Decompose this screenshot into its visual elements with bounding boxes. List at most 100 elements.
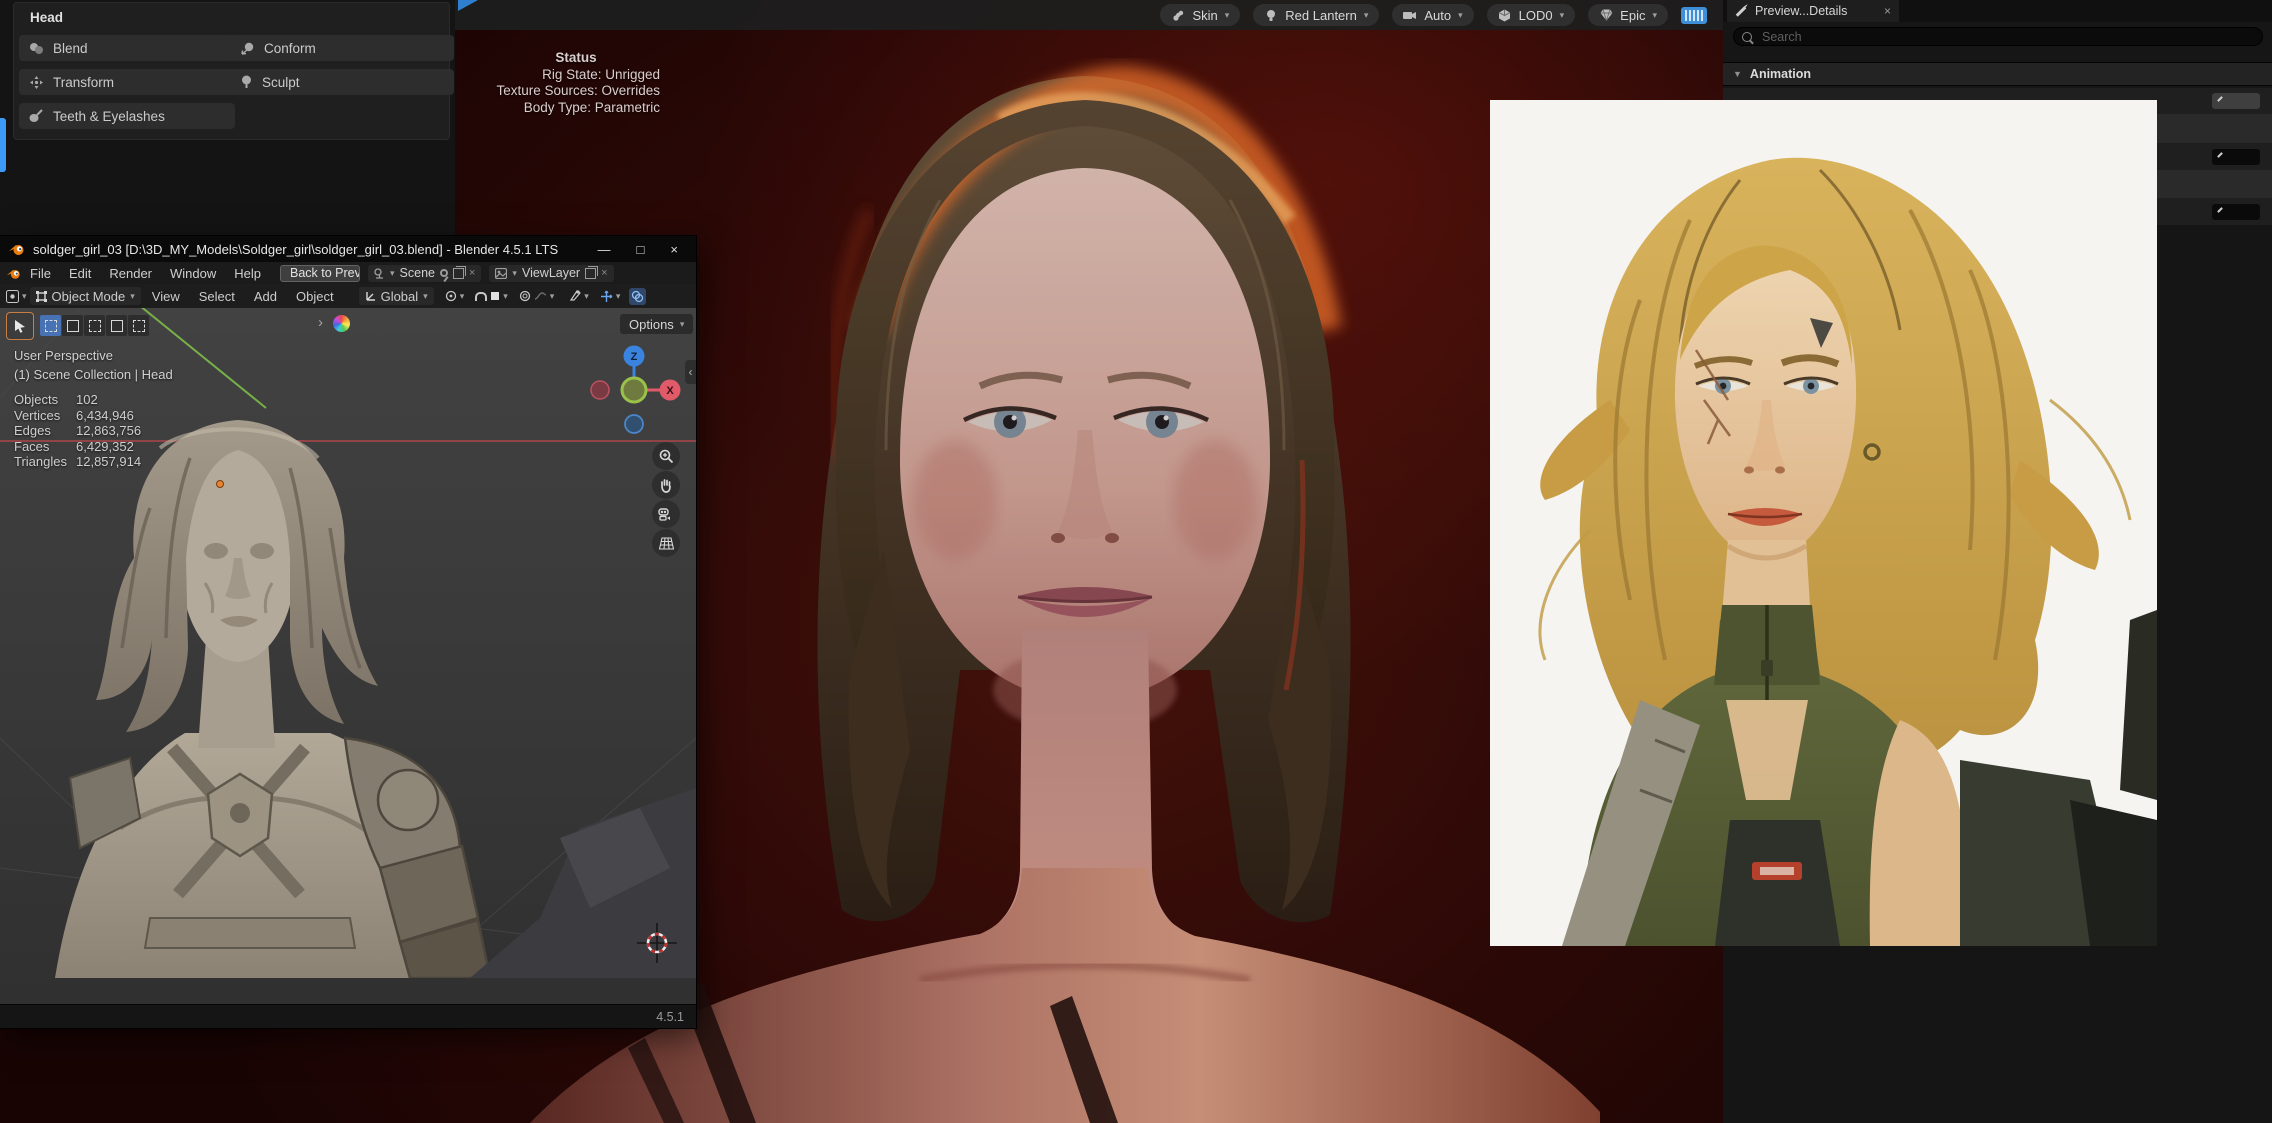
details-search[interactable] [1733, 27, 2263, 46]
options-dropdown[interactable]: Options ▾ [620, 314, 693, 334]
pin-icon[interactable] [440, 269, 448, 277]
select-extend-button[interactable] [62, 315, 83, 336]
chevron-down-icon: ▾ [22, 291, 27, 302]
menu-view[interactable]: View [144, 289, 188, 304]
viewport-toolbar-buttons: Skin ▾ Red Lantern ▾ Auto ▾ LOD0 ▾ [1160, 0, 1707, 30]
tool-header-expander[interactable]: › [318, 314, 323, 331]
chevron-down-icon: ▾ [1225, 10, 1230, 21]
gizmo-neg-z-axis[interactable] [625, 415, 643, 433]
annotate-tool-icon[interactable] [569, 290, 581, 302]
keyboard-shortcuts-button[interactable] [1681, 7, 1707, 24]
property-edit-button[interactable] [2212, 93, 2260, 109]
sidebar-collapse-tab[interactable]: ‹ [685, 360, 696, 384]
concept-art-reference-image[interactable] [1490, 100, 2157, 946]
blender-titlebar[interactable]: soldger_girl_03 [D:\3D_MY_Models\Soldger… [0, 236, 696, 262]
remove-viewlayer-icon[interactable]: × [601, 267, 607, 279]
transform-orientation-dropdown[interactable]: Global ▾ [359, 287, 434, 305]
panel-tab-bar: Preview...Details × [1723, 0, 2272, 22]
tab-close-icon[interactable]: × [1884, 4, 1891, 18]
pan-button[interactable] [652, 471, 680, 499]
stat-value: 6,434,946 [76, 408, 134, 424]
new-scene-icon[interactable] [453, 268, 464, 279]
pivot-point-icon[interactable] [445, 290, 457, 302]
gizmo-y-axis[interactable] [622, 378, 646, 402]
select-subtract-button[interactable] [84, 315, 105, 336]
scene-statistics-overlay: Objects102 Vertices6,434,946 Edges12,863… [14, 392, 141, 470]
back-to-previous-button[interactable]: Back to Prev [280, 265, 360, 282]
zoom-button[interactable] [652, 442, 680, 470]
maximize-button[interactable]: □ [637, 242, 645, 257]
stat-label: Triangles [14, 454, 76, 470]
zoom-icon [659, 449, 674, 464]
camera-view-button[interactable] [652, 500, 680, 528]
scene-selector[interactable]: ▾ Scene × [368, 265, 481, 282]
tab-preview-details[interactable]: Preview...Details × [1727, 0, 1899, 22]
menu-file[interactable]: File [21, 266, 60, 281]
unlink-scene-icon[interactable]: × [469, 267, 475, 279]
quality-dropdown[interactable]: Epic ▾ [1588, 4, 1668, 26]
skin-dropdown[interactable]: Skin ▾ [1160, 4, 1240, 26]
minimize-button[interactable]: — [598, 242, 611, 257]
camera-dropdown[interactable]: Auto ▾ [1392, 4, 1473, 26]
chevron-down-icon: ▾ [550, 291, 555, 302]
chevron-down-icon: ▾ [1560, 10, 1565, 21]
orientation-gizmo[interactable]: Z X [584, 332, 684, 436]
teeth-eyelashes-button[interactable]: Teeth & Eyelashes [19, 103, 235, 129]
mode-dropdown[interactable]: Object Mode ▾ [30, 287, 141, 305]
section-caret-icon: ▼ [1733, 69, 1742, 79]
teeth-eyelashes-label: Teeth & Eyelashes [53, 109, 165, 124]
viewlayer-selector[interactable]: ▾ ViewLayer × [489, 265, 613, 282]
blender-3d-viewport[interactable]: › Options ▾ User Perspective (1) Scene C… [0, 308, 696, 1005]
view-info-overlay: User Perspective (1) Scene Collection | … [14, 346, 173, 384]
search-input[interactable] [1760, 29, 2254, 45]
collapse-left-icon: ‹ [689, 365, 693, 379]
status-title: Status [492, 50, 660, 67]
edit-pencil-icon [1736, 6, 1747, 17]
transform-button[interactable]: Transform [19, 69, 235, 95]
perspective-toggle-button[interactable] [652, 529, 680, 557]
active-tool-tweak-button[interactable] [6, 312, 34, 340]
character-status-overlay: Status Rig State: Unrigged Texture Sourc… [492, 50, 660, 116]
snap-target-icon[interactable] [490, 291, 500, 301]
property-edit-button[interactable] [2212, 204, 2260, 220]
menu-add[interactable]: Add [246, 289, 285, 304]
conform-button[interactable]: Conform [230, 35, 454, 61]
proportional-editing-icon[interactable] [519, 290, 531, 302]
camera-icon [1403, 8, 1417, 22]
menu-window[interactable]: Window [161, 266, 225, 281]
conform-icon [240, 42, 255, 55]
options-label: Options [629, 317, 674, 332]
show-overlays-icon[interactable] [629, 288, 646, 305]
gizmo-neg-x-axis[interactable] [591, 381, 609, 399]
viewlayer-name: ViewLayer [522, 266, 580, 280]
animation-section-header[interactable]: ▼ Animation [1723, 62, 2272, 86]
show-gizmo-icon[interactable] [600, 290, 613, 303]
select-difference-button[interactable] [106, 315, 127, 336]
menu-select[interactable]: Select [191, 289, 243, 304]
back-to-previous-label: Back to Prev [290, 266, 360, 280]
gizmo-z-label: Z [631, 351, 638, 363]
viewport-toolbar: Skin ▾ Red Lantern ▾ Auto ▾ LOD0 ▾ [455, 0, 1723, 30]
head-tools-panel: Head Blend Conform Transform Sculpt Teet… [0, 0, 455, 236]
concept-art-drawing [1490, 100, 2157, 946]
sculpt-button[interactable]: Sculpt [230, 69, 454, 95]
viewport-header: ▾ Object Mode ▾ View Select Add Object G… [0, 284, 696, 308]
snap-magnet-icon[interactable] [475, 292, 487, 301]
new-viewlayer-icon[interactable] [585, 268, 596, 279]
select-intersect-button[interactable] [128, 315, 149, 336]
lod-dropdown[interactable]: LOD0 ▾ [1487, 4, 1576, 26]
select-set-button[interactable] [40, 315, 61, 336]
close-button[interactable]: × [670, 242, 678, 257]
menu-edit[interactable]: Edit [60, 266, 100, 281]
lighting-dropdown[interactable]: Red Lantern ▾ [1253, 4, 1379, 26]
blender-menubar: File Edit Render Window Help Back to Pre… [0, 262, 696, 284]
menu-object[interactable]: Object [288, 289, 342, 304]
editor-type-icon[interactable] [6, 290, 19, 303]
window-title: soldger_girl_03 [D:\3D_MY_Models\Soldger… [33, 242, 558, 257]
menu-help[interactable]: Help [225, 266, 270, 281]
mode-label: Object Mode [52, 289, 126, 304]
matcap-preview-ball[interactable] [333, 315, 350, 332]
property-edit-button[interactable] [2212, 149, 2260, 165]
blend-button[interactable]: Blend [19, 35, 235, 61]
menu-render[interactable]: Render [100, 266, 161, 281]
